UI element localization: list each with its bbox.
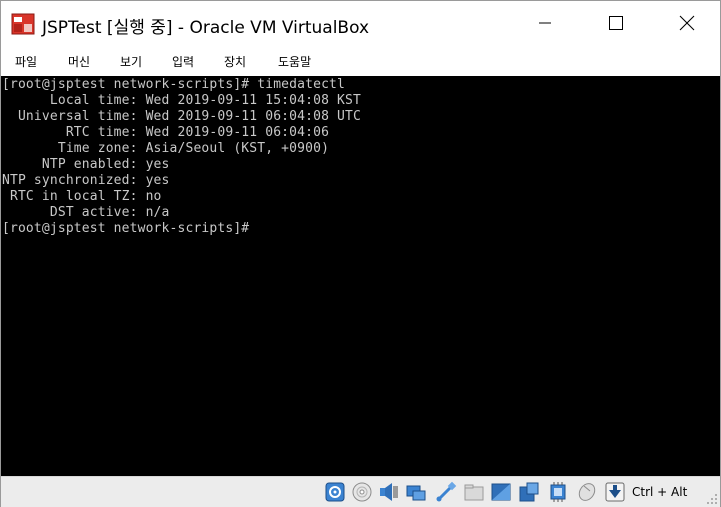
audio-icon[interactable] <box>378 481 400 503</box>
menu-input[interactable]: 입력 <box>172 53 194 70</box>
terminal-line: RTC time: Wed 2019-09-11 06:04:06 <box>2 125 330 140</box>
maximize-button[interactable] <box>593 1 639 45</box>
terminal-line: NTP synchronized: yes <box>2 173 170 188</box>
close-button[interactable] <box>664 1 710 45</box>
virtualbox-window: JSPTest [실행 중] - Oracle VM VirtualBox 파일… <box>0 0 721 507</box>
menu-machine[interactable]: 머신 <box>68 53 90 70</box>
terminal-line: Universal time: Wed 2019-09-11 06:04:08 … <box>2 109 361 124</box>
optical-drive-icon[interactable] <box>351 481 373 503</box>
terminal-line: RTC in local TZ: no <box>2 189 162 204</box>
shared-folders-icon[interactable] <box>463 481 485 503</box>
display-icon[interactable] <box>490 481 512 503</box>
host-key-label: Ctrl + Alt <box>632 485 688 499</box>
video-capture-icon[interactable] <box>518 481 540 503</box>
menu-file[interactable]: 파일 <box>15 53 37 70</box>
hard-disk-icon[interactable] <box>324 481 346 503</box>
title-bar[interactable]: JSPTest [실행 중] - Oracle VM VirtualBox <box>1 1 720 45</box>
close-icon <box>679 15 695 31</box>
keyboard-capture-icon[interactable] <box>604 481 626 503</box>
minimize-icon <box>539 22 551 24</box>
terminal-line: DST active: n/a <box>2 205 170 220</box>
terminal-line: Local time: Wed 2019-09-11 15:04:08 KST <box>2 93 361 108</box>
terminal-line: [root@jsptest network-scripts]# timedate… <box>2 77 345 92</box>
menu-view[interactable]: 보기 <box>120 53 142 70</box>
menu-bar: 파일 머신 보기 입력 장치 도움말 <box>1 45 720 76</box>
menu-help[interactable]: 도움말 <box>278 53 311 70</box>
maximize-icon <box>609 16 623 30</box>
mouse-integration-icon[interactable] <box>576 481 598 503</box>
terminal-line: NTP enabled: yes <box>2 157 170 172</box>
status-bar: Ctrl + Alt <box>1 476 720 507</box>
resize-grip-icon[interactable] <box>706 493 718 505</box>
network-icon[interactable] <box>405 481 427 503</box>
window-title: JSPTest [실행 중] - Oracle VM VirtualBox <box>42 18 370 38</box>
usb-icon[interactable] <box>435 481 457 503</box>
menu-devices[interactable]: 장치 <box>224 53 246 70</box>
virtualbox-app-icon[interactable] <box>11 12 35 36</box>
terminal-line: Time zone: Asia/Seoul (KST, +0900) <box>2 141 330 156</box>
guest-screen[interactable]: [root@jsptest network-scripts]# timedate… <box>1 76 720 476</box>
minimize-button[interactable] <box>522 1 568 45</box>
terminal-prompt: [root@jsptest network-scripts]# <box>2 221 250 236</box>
cpu-icon[interactable] <box>547 481 569 503</box>
